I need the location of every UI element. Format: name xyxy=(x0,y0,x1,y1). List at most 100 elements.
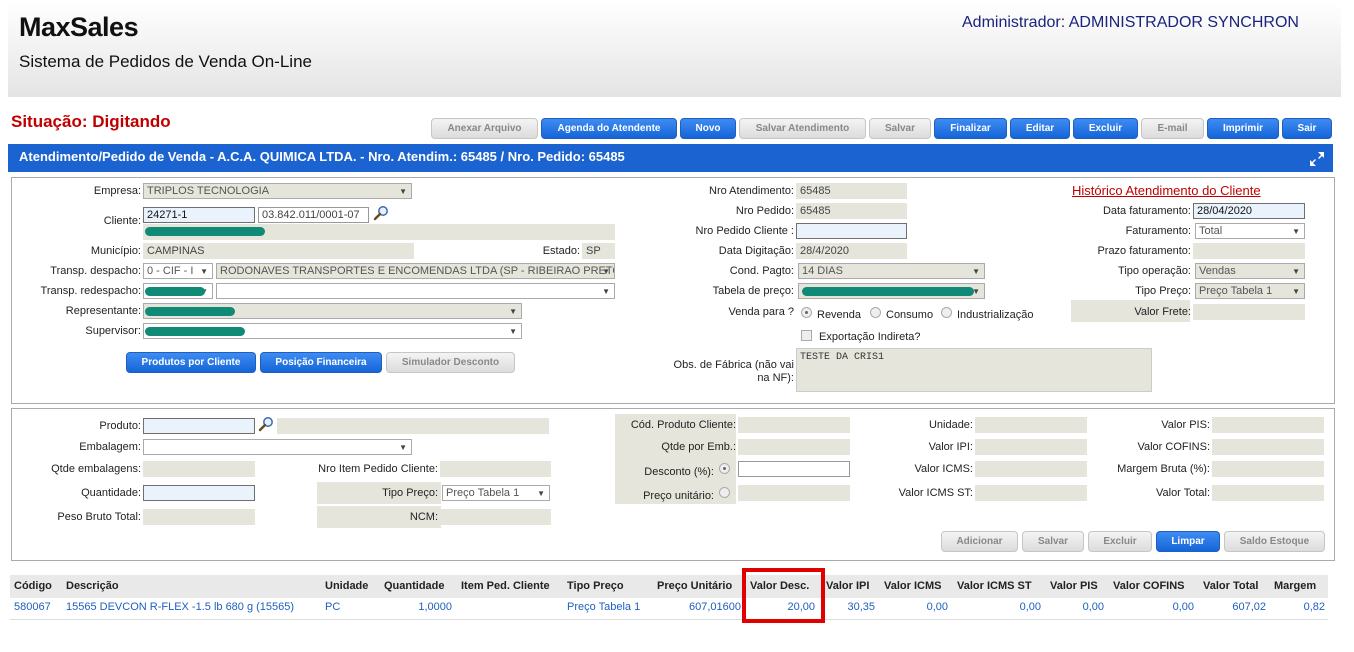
cell-unit-price[interactable]: 607,01600 xyxy=(657,601,741,613)
client-order-number-input[interactable] xyxy=(796,223,907,239)
sale-industrialization-radio[interactable] xyxy=(941,307,952,318)
packaging-select[interactable] xyxy=(143,439,412,455)
client-order-number-label: Nro Pedido Cliente : xyxy=(695,225,794,237)
price-type-select[interactable]: Preço Tabela 1 xyxy=(1195,283,1305,299)
client-cnpj-field: 03.842.011/0001-07 xyxy=(258,207,369,223)
cell-quantity[interactable]: 1,0000 xyxy=(384,601,452,613)
client-code-input[interactable]: 24271-1 xyxy=(143,207,255,223)
edit-button[interactable]: Editar xyxy=(1010,118,1070,139)
discount-label: Desconto (%): xyxy=(644,466,714,478)
unit-label: Unidade: xyxy=(928,419,973,431)
clear-button[interactable]: Limpar xyxy=(1156,531,1220,552)
discount-radio[interactable] xyxy=(719,463,730,474)
icms-st-value-field xyxy=(975,485,1087,501)
cell-cofins-value[interactable]: 0,00 xyxy=(1113,601,1194,613)
col-icms-st-value[interactable]: Valor ICMS ST xyxy=(957,580,1032,592)
page-title: Atendimento/Pedido de Venda - A.C.A. QUI… xyxy=(19,149,625,164)
ncm-label: NCM: xyxy=(409,511,438,523)
col-unit-price[interactable]: Preço Unitário xyxy=(657,580,732,592)
col-quantity[interactable]: Quantidade xyxy=(384,580,445,592)
indirect-export-checkbox[interactable] xyxy=(801,330,812,341)
cell-pis-value[interactable]: 0,00 xyxy=(1050,601,1104,613)
billing-label: Faturamento: xyxy=(1125,225,1191,237)
freight-type-select[interactable]: 0 - CIF - I xyxy=(143,263,213,279)
attendant-agenda-button[interactable]: Agenda do Atendente xyxy=(541,118,677,139)
packaging-qty-label: Qtde embalagens: xyxy=(51,463,141,475)
search-client-icon[interactable] xyxy=(373,205,389,221)
cell-icms-value[interactable]: 0,00 xyxy=(884,601,948,613)
col-ipi-value[interactable]: Valor IPI xyxy=(826,580,869,592)
delete-button[interactable]: Excluir xyxy=(1073,118,1138,139)
operation-type-select[interactable]: Vendas xyxy=(1195,263,1305,279)
cell-description[interactable]: 15565 DEVCON R-FLEX -1.5 lb 680 g (15565… xyxy=(66,601,294,613)
cell-margin[interactable]: 0,82 xyxy=(1274,601,1325,613)
stock-balance-button[interactable]: Saldo Estoque xyxy=(1224,531,1325,552)
col-cofins-value[interactable]: Valor COFINS xyxy=(1113,580,1185,592)
billing-select[interactable]: Total xyxy=(1195,223,1305,239)
billing-date-input[interactable]: 28/04/2020 xyxy=(1193,203,1305,219)
add-item-button[interactable]: Adicionar xyxy=(941,531,1018,552)
financial-position-button[interactable]: Posição Financeira xyxy=(260,352,382,373)
payment-condition-select[interactable]: 14 DIAS xyxy=(798,263,985,279)
sale-industrialization-label: Industrialização xyxy=(957,309,1034,321)
cell-code[interactable]: 580067 xyxy=(14,601,51,613)
icms-value-label: Valor ICMS: xyxy=(914,463,973,475)
sale-consumption-radio[interactable] xyxy=(870,307,881,318)
discount-simulator-button[interactable]: Simulador Desconto xyxy=(386,352,515,373)
finalize-button[interactable]: Finalizar xyxy=(934,118,1007,139)
exit-button[interactable]: Sair xyxy=(1282,118,1332,139)
state-field: SP xyxy=(582,243,615,259)
item-price-type-select[interactable]: Preço Tabela 1 xyxy=(442,485,550,501)
quantity-input[interactable] xyxy=(143,485,255,501)
save-item-button[interactable]: Salvar xyxy=(1022,531,1084,552)
user-name: Administrador: ADMINISTRADOR SYNCHRON xyxy=(962,14,1299,31)
cell-ipi-value[interactable]: 30,35 xyxy=(826,601,875,613)
expand-icon[interactable] xyxy=(1309,151,1325,167)
col-unit[interactable]: Unidade xyxy=(325,580,368,592)
order-number-field: 65485 xyxy=(796,203,907,219)
col-total-value[interactable]: Valor Total xyxy=(1203,580,1258,592)
unit-price-radio[interactable] xyxy=(719,487,730,498)
gross-margin-field xyxy=(1212,461,1324,477)
transport-dispatch-select[interactable]: RODONAVES TRANSPORTES E ENCOMENDAS LTDA … xyxy=(216,263,615,279)
company-select[interactable]: TRIPLOS TECNOLOGIA xyxy=(143,183,412,199)
cofins-value-label: Valor COFINS: xyxy=(1137,441,1210,453)
new-button[interactable]: Novo xyxy=(680,118,736,139)
discount-input[interactable] xyxy=(738,461,850,477)
quantity-label: Quantidade: xyxy=(81,487,141,499)
save-attendance-button[interactable]: Salvar Atendimento xyxy=(739,118,866,139)
save-button[interactable]: Salvar xyxy=(869,118,931,139)
gross-weight-field xyxy=(143,509,255,525)
typing-date-field: 28/4/2020 xyxy=(796,243,907,259)
col-description[interactable]: Descrição xyxy=(66,580,119,592)
icms-value-field xyxy=(975,461,1087,477)
col-icms-value[interactable]: Valor ICMS xyxy=(884,580,941,592)
product-input[interactable] xyxy=(143,418,255,434)
cofins-value-field xyxy=(1212,439,1324,455)
cell-price-type[interactable]: Preço Tabela 1 xyxy=(567,601,640,613)
col-margin[interactable]: Margem xyxy=(1274,580,1316,592)
email-button[interactable]: E-mail xyxy=(1141,118,1204,139)
client-products-button[interactable]: Produtos por Cliente xyxy=(126,352,256,373)
client-product-code-field xyxy=(738,417,850,433)
factory-notes-textarea[interactable]: TESTE DA CRIS1 xyxy=(796,348,1152,392)
attendance-number-field: 65485 xyxy=(796,183,907,199)
cell-unit[interactable]: PC xyxy=(325,601,340,613)
cell-icms-st-value[interactable]: 0,00 xyxy=(957,601,1041,613)
search-product-icon[interactable] xyxy=(258,416,274,432)
sale-resale-radio[interactable] xyxy=(801,307,812,318)
attach-file-button[interactable]: Anexar Arquivo xyxy=(431,118,538,139)
delete-item-button[interactable]: Excluir xyxy=(1088,531,1152,552)
order-status: Situação: Digitando xyxy=(11,112,171,131)
col-price-type[interactable]: Tipo Preço xyxy=(567,580,624,592)
col-client-item[interactable]: Item Ped. Cliente xyxy=(461,580,550,592)
client-history-link[interactable]: Histórico Atendimento do Cliente xyxy=(1072,183,1261,198)
packaging-label: Embalagem: xyxy=(79,441,141,453)
transport-redispatch-select[interactable] xyxy=(216,283,615,299)
col-code[interactable]: Código xyxy=(14,580,52,592)
cell-total-value[interactable]: 607,02 xyxy=(1203,601,1266,613)
transport-dispatch-label: Transp. despacho: xyxy=(50,265,141,277)
unit-price-field xyxy=(738,485,850,501)
col-pis-value[interactable]: Valor PIS xyxy=(1050,580,1098,592)
print-button[interactable]: Imprimir xyxy=(1207,118,1279,139)
